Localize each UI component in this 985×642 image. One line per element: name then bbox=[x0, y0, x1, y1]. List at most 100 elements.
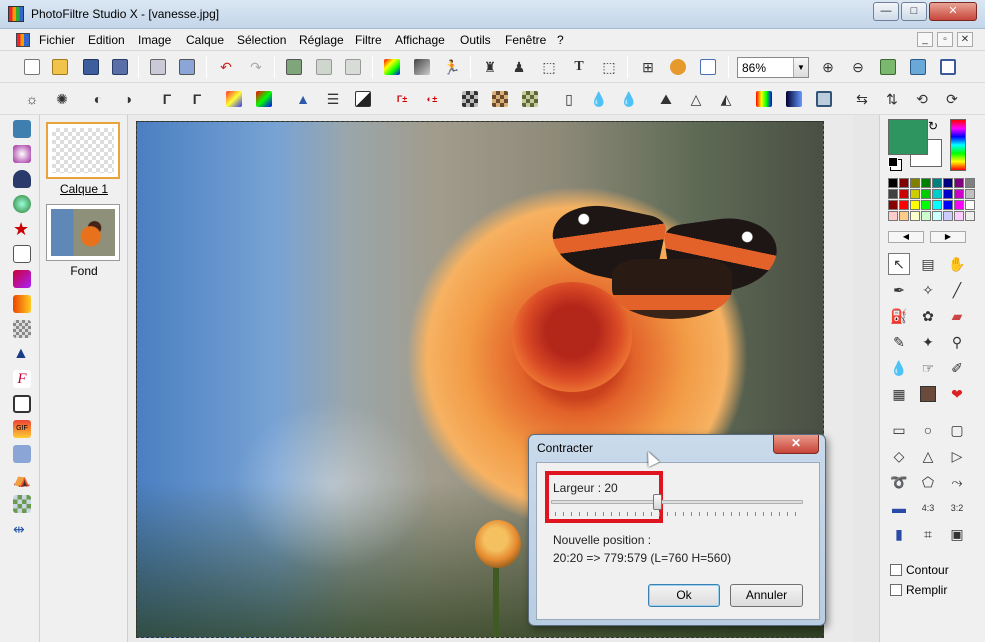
palette-swatch[interactable] bbox=[910, 189, 920, 199]
window-frame-icon[interactable]: ▣ bbox=[946, 523, 968, 545]
saturation-plus-icon[interactable] bbox=[252, 87, 276, 111]
actual-size-icon[interactable] bbox=[876, 55, 900, 79]
palette-swatch[interactable] bbox=[888, 211, 898, 221]
palette-swatch[interactable] bbox=[910, 211, 920, 221]
plugin-icon[interactable] bbox=[666, 55, 690, 79]
frame-tool-icon[interactable] bbox=[13, 395, 31, 413]
menu-image[interactable]: Image bbox=[138, 33, 171, 47]
pointer-tool-icon[interactable]: ↖ bbox=[888, 253, 910, 275]
palette-prev-button[interactable]: ◀ bbox=[888, 231, 924, 243]
slider-thumb[interactable] bbox=[653, 494, 662, 510]
brush-icon[interactable]: ✎ bbox=[888, 331, 910, 353]
palette-swatch[interactable] bbox=[899, 178, 909, 188]
polygon-icon[interactable]: ⬠ bbox=[917, 471, 939, 493]
hand-tool-icon[interactable]: ✋ bbox=[946, 253, 968, 275]
palette-swatch[interactable] bbox=[965, 200, 975, 210]
palette-swatch[interactable] bbox=[954, 189, 964, 199]
save-as-icon[interactable] bbox=[108, 55, 132, 79]
levels-icon[interactable]: ▲ bbox=[291, 87, 315, 111]
sphere-icon[interactable] bbox=[13, 145, 31, 163]
palette-swatch[interactable] bbox=[954, 200, 964, 210]
rectangle-shape-icon[interactable]: ▭ bbox=[888, 419, 910, 441]
menu-reglage[interactable]: Réglage bbox=[299, 33, 344, 47]
layer-label[interactable]: Fond bbox=[40, 264, 128, 278]
relief-icon[interactable]: ◭ bbox=[714, 87, 738, 111]
mdi-restore-button[interactable]: ▫ bbox=[937, 32, 953, 47]
palette-swatch[interactable] bbox=[932, 178, 942, 188]
contour-checkbox[interactable] bbox=[890, 564, 902, 576]
zoom-out-icon[interactable]: ⊖ bbox=[846, 55, 870, 79]
fit-window-icon[interactable] bbox=[906, 55, 930, 79]
menu-filtre[interactable]: Filtre bbox=[355, 33, 382, 47]
automate-icon[interactable]: ♜ bbox=[478, 55, 502, 79]
palette-swatch[interactable] bbox=[943, 178, 953, 188]
contour-option[interactable]: Contour bbox=[890, 563, 949, 577]
zoom-in-icon[interactable]: ⊕ bbox=[816, 55, 840, 79]
note-icon[interactable] bbox=[13, 245, 31, 263]
palette-swatch[interactable] bbox=[943, 211, 953, 221]
palette-swatch[interactable] bbox=[921, 178, 931, 188]
emboss-icon[interactable]: ⛰ bbox=[654, 87, 678, 111]
stamp-icon[interactable]: ⛺ bbox=[13, 470, 31, 488]
swap-colors-icon[interactable]: ↻ bbox=[928, 119, 938, 133]
layer-thumb-calque1[interactable] bbox=[46, 122, 120, 179]
split-icon[interactable]: ⇹ bbox=[13, 520, 31, 538]
save-icon[interactable] bbox=[79, 55, 103, 79]
stamp-tool-icon[interactable]: ⚲ bbox=[946, 331, 968, 353]
reset-colors-icon[interactable] bbox=[888, 157, 898, 167]
arrow-shape-icon[interactable]: ▷ bbox=[946, 445, 968, 467]
invert-icon[interactable] bbox=[351, 87, 375, 111]
mountain-icon[interactable]: ▲ bbox=[13, 345, 31, 363]
palette-swatch[interactable] bbox=[932, 211, 942, 221]
palette-swatch[interactable] bbox=[965, 211, 975, 221]
brightness-minus-icon[interactable]: ☼ bbox=[20, 87, 44, 111]
calculator-icon[interactable] bbox=[13, 120, 31, 138]
close-button[interactable]: ✕ bbox=[929, 2, 977, 21]
ellipse-shape-icon[interactable]: ○ bbox=[917, 419, 939, 441]
diamond-shape-icon[interactable]: ◇ bbox=[888, 445, 910, 467]
clone-tool-icon[interactable]: ✐ bbox=[946, 357, 968, 379]
texture-icon[interactable] bbox=[13, 320, 31, 338]
layer-label[interactable]: Calque 1 bbox=[40, 182, 128, 196]
print-icon[interactable] bbox=[146, 55, 170, 79]
eyedropper-icon[interactable]: ✒ bbox=[888, 279, 910, 301]
contrast-minus-icon[interactable]: ◐ bbox=[86, 87, 110, 111]
gamma-plus-icon[interactable]: Γ bbox=[185, 87, 209, 111]
menu-fichier[interactable]: Fichier bbox=[39, 33, 75, 47]
undo-icon[interactable]: ↶ bbox=[214, 55, 238, 79]
flip-horizontal-icon[interactable]: ⇆ bbox=[850, 87, 874, 111]
palette-swatch[interactable] bbox=[921, 211, 931, 221]
ok-button[interactable]: Ok bbox=[648, 584, 720, 607]
menu-selection[interactable]: Sélection bbox=[237, 33, 286, 47]
crop-selection-icon[interactable]: ⬚ bbox=[537, 55, 561, 79]
palette-swatch[interactable] bbox=[888, 178, 898, 188]
camera-icon[interactable] bbox=[13, 170, 31, 188]
star-icon[interactable]: ★ bbox=[13, 220, 31, 238]
palette-swatch[interactable] bbox=[921, 189, 931, 199]
crop-marks-icon[interactable]: ⌗ bbox=[917, 523, 939, 545]
minimize-button[interactable]: — bbox=[873, 2, 899, 21]
new-file-icon[interactable] bbox=[20, 55, 44, 79]
menu-edition[interactable]: Edition bbox=[88, 33, 125, 47]
font-icon[interactable]: F bbox=[13, 370, 31, 388]
palette-swatch[interactable] bbox=[932, 189, 942, 199]
transform-icon[interactable]: ⬚ bbox=[597, 55, 621, 79]
layer-manager-icon[interactable]: ▤ bbox=[917, 253, 939, 275]
palette-swatch[interactable] bbox=[910, 178, 920, 188]
bezier-icon[interactable]: ⤳ bbox=[946, 471, 968, 493]
zoom-select[interactable]: 86% ▼ bbox=[737, 57, 809, 78]
palette-swatch[interactable] bbox=[943, 200, 953, 210]
sharpen-icon[interactable]: 💧 bbox=[617, 87, 641, 111]
globe-icon[interactable] bbox=[13, 195, 31, 213]
palette-swatch[interactable] bbox=[921, 200, 931, 210]
color-palette[interactable] bbox=[888, 178, 975, 226]
flip-vertical-icon[interactable]: ⇅ bbox=[880, 87, 904, 111]
soften-icon[interactable]: ▯ bbox=[557, 87, 581, 111]
text-tool-icon[interactable]: T bbox=[567, 55, 591, 79]
fill-bucket-icon[interactable]: ⛽ bbox=[888, 305, 910, 327]
batch-icon[interactable]: ♟ bbox=[507, 55, 531, 79]
magic-wand-icon[interactable]: ✧ bbox=[917, 279, 939, 301]
paste-icon[interactable] bbox=[312, 55, 336, 79]
auto-levels-icon[interactable]: Γ± bbox=[390, 87, 414, 111]
vertical-scrollbar[interactable] bbox=[853, 115, 879, 642]
